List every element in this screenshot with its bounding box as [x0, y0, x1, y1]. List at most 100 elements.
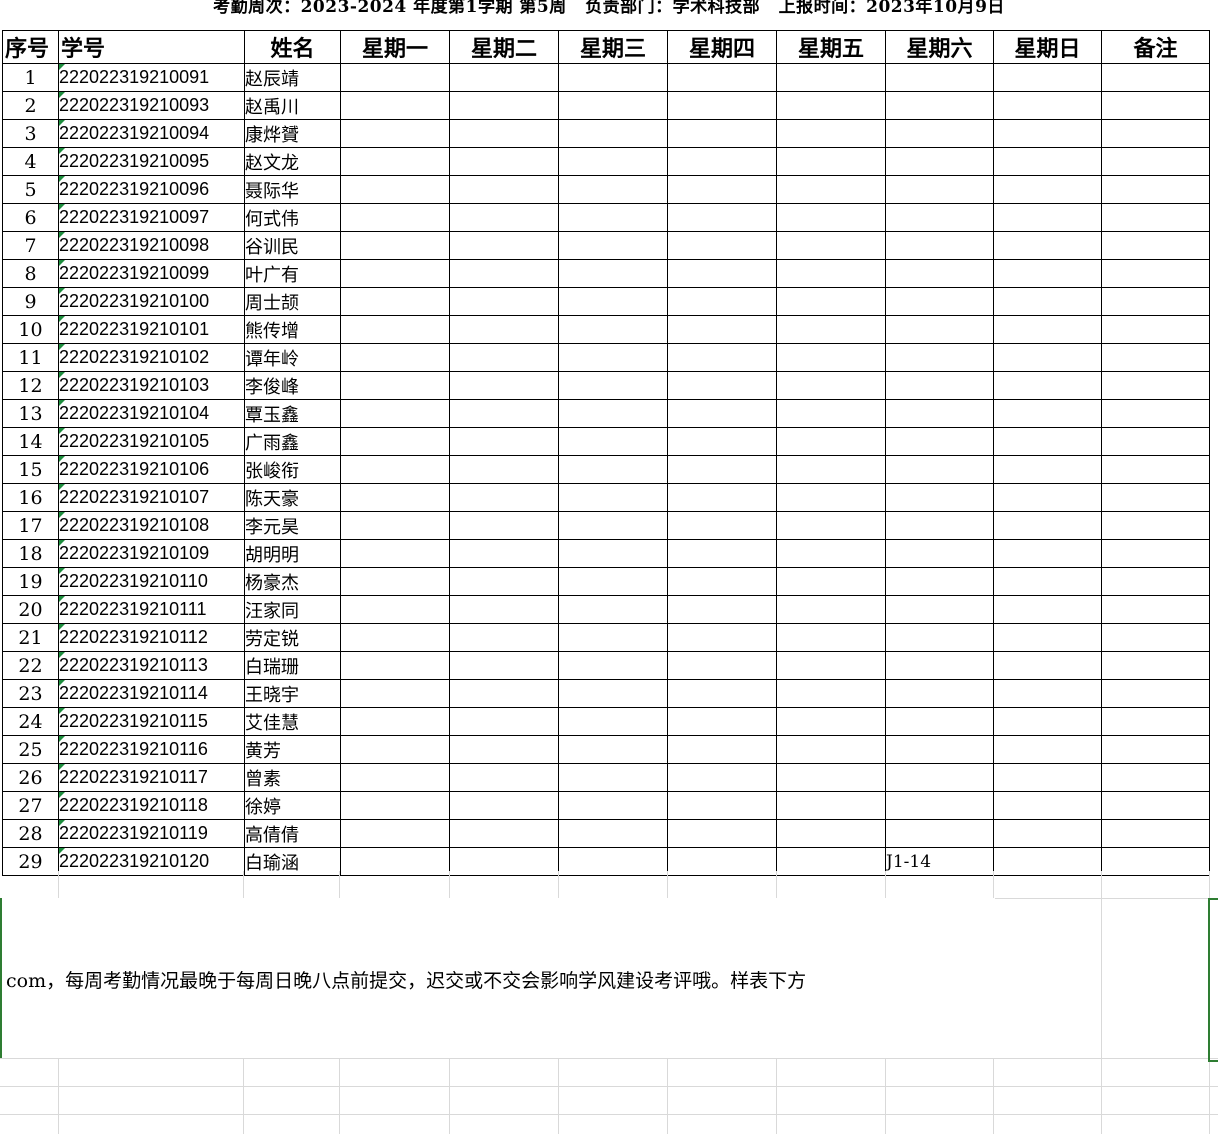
student-name-cell[interactable]: 周士颉 — [244, 287, 341, 316]
attendance-cell-sat[interactable] — [885, 651, 994, 680]
attendance-cell-fri[interactable] — [776, 231, 886, 260]
attendance-cell-wed[interactable] — [558, 455, 668, 484]
attendance-cell-mon[interactable] — [340, 343, 450, 372]
attendance-cell-thu[interactable] — [667, 427, 777, 456]
attendance-cell-sat[interactable] — [885, 679, 994, 708]
remark-cell[interactable] — [1101, 567, 1210, 596]
student-id-cell[interactable]: 222022319210115 — [58, 707, 245, 736]
attendance-cell-sun[interactable] — [993, 651, 1102, 680]
attendance-cell-thu[interactable] — [667, 707, 777, 736]
student-name-cell[interactable]: 杨豪杰 — [244, 567, 341, 596]
attendance-cell-fri[interactable] — [776, 847, 886, 876]
attendance-cell-fri[interactable] — [776, 735, 886, 764]
attendance-cell-sun[interactable] — [993, 791, 1102, 820]
attendance-cell-wed[interactable] — [558, 763, 668, 792]
student-id-cell[interactable]: 222022319210104 — [58, 399, 245, 428]
remark-cell[interactable] — [1101, 651, 1210, 680]
attendance-cell-mon[interactable] — [340, 231, 450, 260]
row-number-cell[interactable]: 12 — [2, 371, 59, 400]
student-name-cell[interactable]: 徐婷 — [244, 791, 341, 820]
row-number-cell[interactable]: 28 — [2, 819, 59, 848]
attendance-cell-sat[interactable] — [885, 427, 994, 456]
attendance-cell-wed[interactable] — [558, 651, 668, 680]
student-name-cell[interactable]: 汪家同 — [244, 595, 341, 624]
attendance-cell-wed[interactable] — [558, 595, 668, 624]
student-name-cell[interactable]: 何式伟 — [244, 203, 341, 232]
attendance-cell-tue[interactable] — [449, 315, 559, 344]
attendance-cell-thu[interactable] — [667, 259, 777, 288]
attendance-cell-fri[interactable] — [776, 595, 886, 624]
student-id-cell[interactable]: 222022319210108 — [58, 511, 245, 540]
student-id-cell[interactable]: 222022319210105 — [58, 427, 245, 456]
row-number-cell[interactable]: 25 — [2, 735, 59, 764]
col-header-name[interactable]: 姓名 — [244, 30, 341, 64]
row-number-cell[interactable]: 18 — [2, 539, 59, 568]
attendance-cell-sat[interactable] — [885, 707, 994, 736]
student-id-cell[interactable]: 222022319210116 — [58, 735, 245, 764]
attendance-cell-wed[interactable] — [558, 847, 668, 876]
remark-cell[interactable] — [1101, 595, 1210, 624]
attendance-cell-fri[interactable] — [776, 511, 886, 540]
remark-cell[interactable] — [1101, 315, 1210, 344]
attendance-cell-tue[interactable] — [449, 763, 559, 792]
attendance-cell-tue[interactable] — [449, 63, 559, 92]
attendance-cell-thu[interactable] — [667, 231, 777, 260]
attendance-cell-sat[interactable] — [885, 791, 994, 820]
attendance-cell-fri[interactable] — [776, 679, 886, 708]
attendance-cell-wed[interactable] — [558, 427, 668, 456]
attendance-cell-thu[interactable] — [667, 791, 777, 820]
col-header-sid[interactable]: 学号 — [58, 30, 245, 64]
attendance-cell-fri[interactable] — [776, 791, 886, 820]
row-number-cell[interactable]: 27 — [2, 791, 59, 820]
student-id-cell[interactable]: 222022319210112 — [58, 623, 245, 652]
attendance-cell-wed[interactable] — [558, 63, 668, 92]
student-name-cell[interactable]: 白瑜涵 — [244, 847, 341, 876]
remark-cell[interactable] — [1101, 287, 1210, 316]
attendance-cell-thu[interactable] — [667, 679, 777, 708]
remark-cell[interactable] — [1101, 343, 1210, 372]
attendance-cell-tue[interactable] — [449, 791, 559, 820]
attendance-cell-sun[interactable] — [993, 343, 1102, 372]
attendance-cell-thu[interactable] — [667, 819, 777, 848]
attendance-cell-tue[interactable] — [449, 595, 559, 624]
attendance-cell-sat[interactable] — [885, 259, 994, 288]
attendance-cell-tue[interactable] — [449, 371, 559, 400]
row-number-cell[interactable]: 21 — [2, 623, 59, 652]
student-id-cell[interactable]: 222022319210110 — [58, 567, 245, 596]
attendance-cell-sun[interactable] — [993, 623, 1102, 652]
remark-cell[interactable] — [1101, 203, 1210, 232]
attendance-cell-sat[interactable] — [885, 147, 994, 176]
attendance-cell-sun[interactable] — [993, 455, 1102, 484]
col-header-tue[interactable]: 星期二 — [449, 30, 559, 64]
attendance-cell-mon[interactable] — [340, 287, 450, 316]
attendance-cell-tue[interactable] — [449, 707, 559, 736]
student-name-cell[interactable]: 胡明明 — [244, 539, 341, 568]
attendance-cell-tue[interactable] — [449, 343, 559, 372]
student-name-cell[interactable]: 李元昊 — [244, 511, 341, 540]
student-id-cell[interactable]: 222022319210114 — [58, 679, 245, 708]
student-id-cell[interactable]: 222022319210119 — [58, 819, 245, 848]
attendance-cell-fri[interactable] — [776, 623, 886, 652]
attendance-cell-sat[interactable] — [885, 483, 994, 512]
attendance-cell-mon[interactable] — [340, 847, 450, 876]
row-number-cell[interactable]: 5 — [2, 175, 59, 204]
col-header-thu[interactable]: 星期四 — [667, 30, 777, 64]
student-name-cell[interactable]: 劳定锐 — [244, 623, 341, 652]
row-number-cell[interactable]: 26 — [2, 763, 59, 792]
student-id-cell[interactable]: 222022319210109 — [58, 539, 245, 568]
student-id-cell[interactable]: 222022319210117 — [58, 763, 245, 792]
row-number-cell[interactable]: 17 — [2, 511, 59, 540]
remark-cell[interactable] — [1101, 763, 1210, 792]
attendance-cell-fri[interactable] — [776, 763, 886, 792]
attendance-cell-sat[interactable] — [885, 763, 994, 792]
attendance-cell-tue[interactable] — [449, 119, 559, 148]
attendance-cell-wed[interactable] — [558, 147, 668, 176]
remark-cell[interactable] — [1101, 679, 1210, 708]
attendance-cell-mon[interactable] — [340, 623, 450, 652]
attendance-cell-sat[interactable] — [885, 343, 994, 372]
attendance-cell-sun[interactable] — [993, 287, 1102, 316]
attendance-cell-tue[interactable] — [449, 735, 559, 764]
attendance-cell-sat[interactable] — [885, 287, 994, 316]
attendance-cell-fri[interactable] — [776, 63, 886, 92]
student-name-cell[interactable]: 叶广有 — [244, 259, 341, 288]
